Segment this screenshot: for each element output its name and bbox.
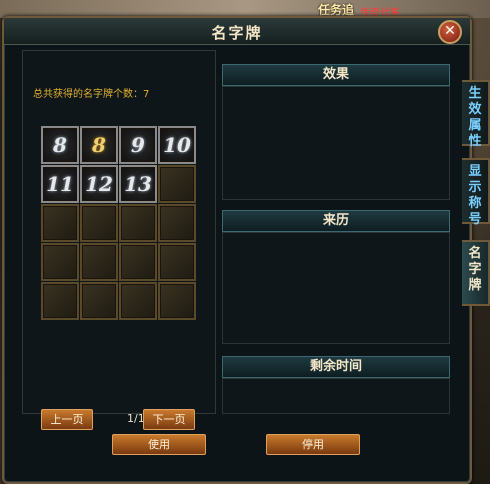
plate-count-text: 总共获得的名字牌个数：7 — [33, 85, 149, 100]
empty-plate-slot[interactable] — [158, 204, 196, 242]
empty-plate-slot[interactable] — [158, 282, 196, 320]
empty-plate-slot[interactable] — [158, 165, 196, 203]
stop-button[interactable]: 停用 — [266, 434, 360, 455]
name-plate-slot[interactable]: 13 — [119, 165, 157, 203]
name-plate-slot[interactable]: 9 — [119, 126, 157, 164]
effect-body — [222, 86, 450, 200]
empty-plate-slot[interactable] — [41, 243, 79, 281]
name-plate-glyph: 10 — [163, 133, 191, 157]
name-plate-slot[interactable]: 8 — [41, 126, 79, 164]
side-tab-label: 显示称号 — [468, 164, 482, 227]
use-button[interactable]: 使用 — [112, 434, 206, 455]
next-page-button[interactable]: 下一页 — [143, 409, 195, 430]
source-body — [222, 232, 450, 344]
name-plate-glyph: 8 — [53, 133, 67, 157]
side-tab-name-plate[interactable]: 名字牌 — [462, 240, 490, 306]
empty-plate-slot[interactable] — [80, 243, 118, 281]
empty-plate-slot[interactable] — [119, 243, 157, 281]
empty-plate-slot[interactable] — [41, 204, 79, 242]
name-plate-glyph: 12 — [85, 172, 113, 196]
remaining-time-body — [222, 378, 450, 414]
window-title: 名字牌 — [211, 24, 263, 42]
empty-plate-slot[interactable] — [158, 243, 196, 281]
empty-plate-slot[interactable] — [80, 204, 118, 242]
name-plate-slot[interactable]: 8 — [80, 126, 118, 164]
name-plate-window: 名字牌 ✕ 总共获得的名字牌个数：7 8 8 9 10 11 12 13 上一页 1/1 下… — [2, 16, 472, 484]
remaining-time-header: 剩余时间 — [222, 356, 450, 378]
name-plate-glyph: 11 — [46, 172, 74, 196]
name-plate-slot[interactable]: 12 — [80, 165, 118, 203]
name-plate-glyph: 9 — [131, 133, 145, 157]
empty-plate-slot[interactable] — [119, 282, 157, 320]
side-tab-label: 名字牌 — [468, 246, 482, 293]
name-plate-glyph: 13 — [124, 172, 152, 196]
plate-count-label: 总共获得的名字牌个数： — [33, 89, 143, 100]
empty-plate-slot[interactable] — [119, 204, 157, 242]
title-bar[interactable]: 名字牌 ✕ — [4, 18, 470, 45]
name-plate-list-panel: 总共获得的名字牌个数：7 8 8 9 10 11 12 13 上一页 1/1 下一页 — [22, 50, 216, 430]
empty-plate-slot[interactable] — [41, 282, 79, 320]
empty-plate-slot[interactable] — [80, 282, 118, 320]
side-tab-label: 生效属性 — [468, 86, 482, 149]
side-tab-display-title[interactable]: 显示称号 — [462, 158, 490, 227]
plate-count-value: 7 — [143, 89, 150, 100]
detail-panel: 效果 来历 剩余时间 — [222, 58, 450, 414]
name-plate-slot[interactable]: 10 — [158, 126, 196, 164]
prev-page-button[interactable]: 上一页 — [41, 409, 93, 430]
name-plate-slot[interactable]: 11 — [41, 165, 79, 203]
name-plate-glyph: 8 — [92, 133, 106, 157]
effect-header: 效果 — [222, 64, 450, 86]
source-header: 来历 — [222, 210, 450, 232]
close-button[interactable]: ✕ — [438, 20, 462, 44]
side-tab-active-attributes[interactable]: 生效属性 — [462, 80, 490, 149]
